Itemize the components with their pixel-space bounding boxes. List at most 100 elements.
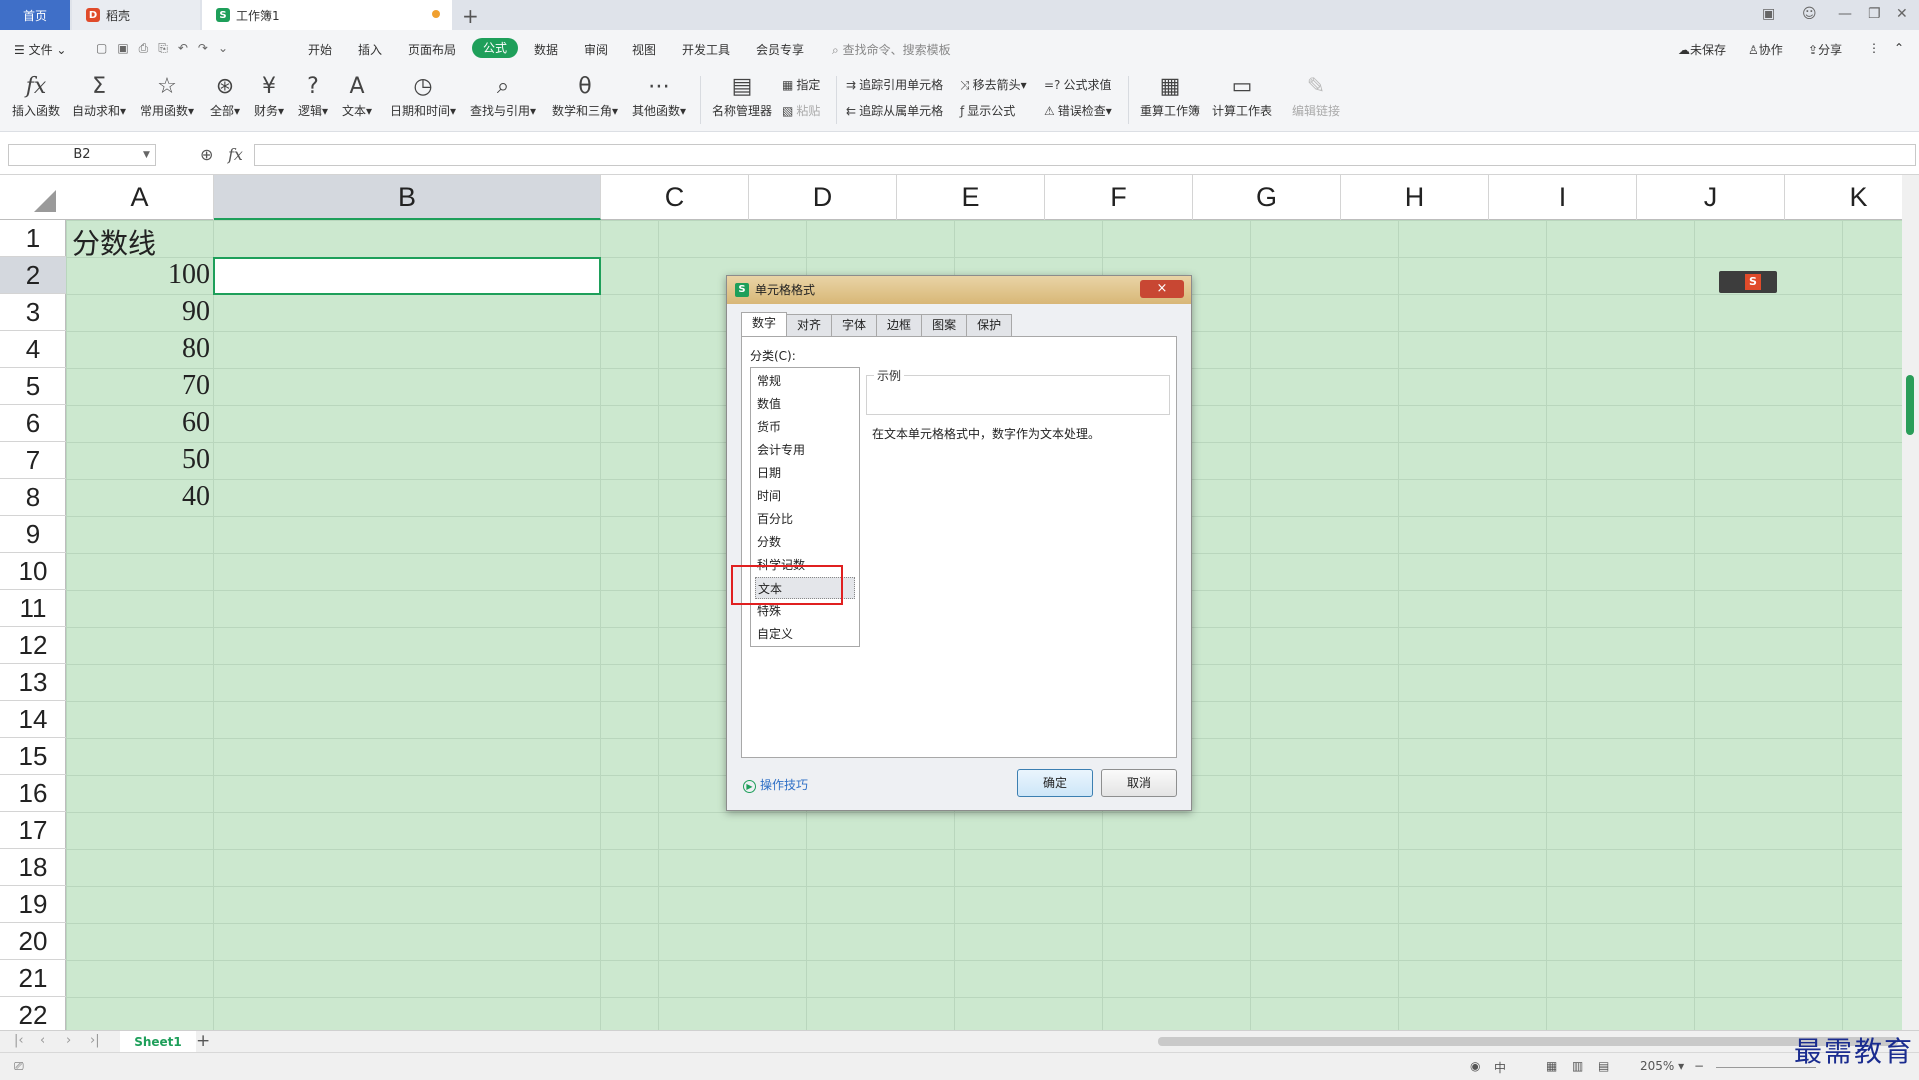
column-header-f[interactable]: F <box>1045 175 1193 220</box>
category-time[interactable]: 时间 <box>755 485 855 507</box>
recalc-workbook-button[interactable]: ▦ 重算工作簿 <box>1140 72 1200 119</box>
last-sheet-icon[interactable]: ›| <box>90 1033 100 1048</box>
horizontal-scrollbar[interactable] <box>1158 1037 1898 1046</box>
text-functions-button[interactable]: A 文本▾ <box>342 72 372 119</box>
cell-a3[interactable]: 90 <box>66 296 210 328</box>
vertical-scrollbar[interactable] <box>1902 175 1919 1030</box>
name-box[interactable]: B2 <box>8 144 156 166</box>
category-percentage[interactable]: 百分比 <box>755 508 855 530</box>
error-checking-button[interactable]: ⚠ 错误检查▾ <box>1044 102 1112 119</box>
row-header[interactable]: 10 <box>0 553 66 590</box>
row-header[interactable]: 11 <box>0 590 66 627</box>
page-layout-view-icon[interactable]: ▥ <box>1572 1059 1583 1073</box>
macro-record-icon[interactable]: ⎚ <box>14 1059 24 1074</box>
menu-page-layout[interactable]: 页面布局 <box>408 41 456 58</box>
column-header-k[interactable]: K <box>1785 175 1902 220</box>
trace-dependents-button[interactable]: ⇇ 追踪从属单元格 <box>846 102 943 119</box>
cell-a5[interactable]: 70 <box>66 370 210 402</box>
tips-link[interactable]: ▶ 操作技巧 <box>743 776 808 793</box>
common-functions-button[interactable]: ☆ 常用函数▾ <box>140 72 194 119</box>
row-header[interactable]: 14 <box>0 701 66 738</box>
cancel-button[interactable]: 取消 <box>1101 769 1177 797</box>
calc-sheet-button[interactable]: ▭ 计算工作表 <box>1212 72 1272 119</box>
cell-a7[interactable]: 50 <box>66 444 210 476</box>
column-header-i[interactable]: I <box>1489 175 1637 220</box>
date-time-button[interactable]: ◷ 日期和时间▾ <box>390 72 456 119</box>
dialog-close-button[interactable]: × <box>1140 280 1184 298</box>
more-icon[interactable]: ⋮ <box>1868 41 1880 55</box>
row-header[interactable]: 3 <box>0 294 66 331</box>
menu-review[interactable]: 审阅 <box>584 41 608 58</box>
ok-button[interactable]: 确定 <box>1017 769 1093 797</box>
paste-name-button[interactable]: ▧ 粘贴 <box>782 102 820 119</box>
menu-data[interactable]: 数据 <box>534 41 558 58</box>
column-header-c[interactable]: C <box>601 175 749 220</box>
row-header[interactable]: 17 <box>0 812 66 849</box>
page-break-view-icon[interactable]: ▤ <box>1598 1059 1609 1073</box>
menu-view[interactable]: 视图 <box>632 41 656 58</box>
tab-protection[interactable]: 保护 <box>966 314 1013 336</box>
row-header[interactable]: 12 <box>0 627 66 664</box>
tab-font[interactable]: 字体 <box>831 314 878 336</box>
collaborate-button[interactable]: ♙协作 <box>1748 41 1783 58</box>
category-date[interactable]: 日期 <box>755 462 855 484</box>
category-general[interactable]: 常规 <box>755 370 855 392</box>
row-header[interactable]: 16 <box>0 775 66 812</box>
trace-precedents-button[interactable]: ⇉ 追踪引用单元格 <box>846 76 943 93</box>
cell-a2[interactable]: 100 <box>66 259 210 291</box>
category-number[interactable]: 数值 <box>755 393 855 415</box>
cell-a8[interactable]: 40 <box>66 481 210 513</box>
command-search[interactable]: ⌕ 查找命令、搜索模板 <box>832 41 951 58</box>
menu-formula[interactable]: 公式 <box>472 38 518 58</box>
active-cell-b2[interactable] <box>213 257 601 295</box>
remove-arrows-button[interactable]: ⤨ 移去箭头▾ <box>960 76 1027 93</box>
zoom-out-icon[interactable]: − <box>1694 1059 1704 1073</box>
row-header[interactable]: 9 <box>0 516 66 553</box>
lookup-reference-button[interactable]: ⌕ 查找与引用▾ <box>470 72 536 119</box>
math-trig-button[interactable]: θ 数学和三角▾ <box>552 72 618 119</box>
eye-protection-icon[interactable]: ◉ <box>1470 1059 1480 1073</box>
cell-a6[interactable]: 60 <box>66 407 210 439</box>
floating-toolbar[interactable]: S <box>1719 271 1777 293</box>
row-header[interactable]: 5 <box>0 368 66 405</box>
scroll-thumb[interactable] <box>1906 375 1914 435</box>
close-icon[interactable]: ✕ <box>1896 6 1908 22</box>
column-header-h[interactable]: H <box>1341 175 1489 220</box>
edit-links-button[interactable]: ✎ 编辑链接 <box>1292 72 1340 119</box>
tab-border[interactable]: 边框 <box>876 314 923 336</box>
input-method-icon[interactable]: 中 <box>1494 1059 1506 1076</box>
logical-button[interactable]: ? 逻辑▾ <box>298 72 328 119</box>
column-header-a[interactable]: A <box>66 175 214 220</box>
row-header[interactable]: 22 <box>0 997 66 1030</box>
row-header[interactable]: 8 <box>0 479 66 516</box>
share-button[interactable]: ⇪分享 <box>1808 41 1842 58</box>
row-header[interactable]: 21 <box>0 960 66 997</box>
tab-pattern[interactable]: 图案 <box>921 314 968 336</box>
row-header[interactable]: 19 <box>0 886 66 923</box>
cell-a1[interactable]: 分数线 <box>72 222 156 262</box>
define-name-button[interactable]: ▦ 指定 <box>782 76 820 93</box>
column-header-b[interactable]: B <box>214 175 601 220</box>
avatar[interactable]: ☺ <box>1802 6 1817 22</box>
row-header[interactable]: 20 <box>0 923 66 960</box>
row-header[interactable]: 1 <box>0 220 66 257</box>
tab-home[interactable]: 首页 <box>0 0 70 30</box>
menu-insert[interactable]: 插入 <box>358 41 382 58</box>
wps-s-icon[interactable]: S <box>1745 274 1761 290</box>
chevron-down-icon[interactable]: ▼ <box>143 150 150 160</box>
row-header[interactable]: 6 <box>0 405 66 442</box>
file-menu[interactable]: ☰ 文件 ⌄ <box>14 41 66 58</box>
fx-icon[interactable]: fx <box>228 145 243 164</box>
column-b-cells[interactable] <box>213 220 601 1030</box>
first-sheet-icon[interactable]: |‹ <box>14 1033 24 1048</box>
show-formulas-button[interactable]: ƒ 显示公式 <box>960 102 1015 119</box>
row-header[interactable]: 15 <box>0 738 66 775</box>
normal-view-icon[interactable]: ▦ <box>1546 1059 1557 1073</box>
zoom-level[interactable]: 205% ▾ <box>1640 1059 1684 1073</box>
unsaved-status[interactable]: ☁未保存 <box>1678 41 1726 58</box>
category-fraction[interactable]: 分数 <box>755 531 855 553</box>
all-functions-button[interactable]: ⊛ 全部▾ <box>210 72 240 119</box>
tab-docer[interactable]: D 稻壳 <box>72 0 200 30</box>
autosum-button[interactable]: Σ 自动求和▾ <box>72 72 126 119</box>
row-header[interactable]: 4 <box>0 331 66 368</box>
